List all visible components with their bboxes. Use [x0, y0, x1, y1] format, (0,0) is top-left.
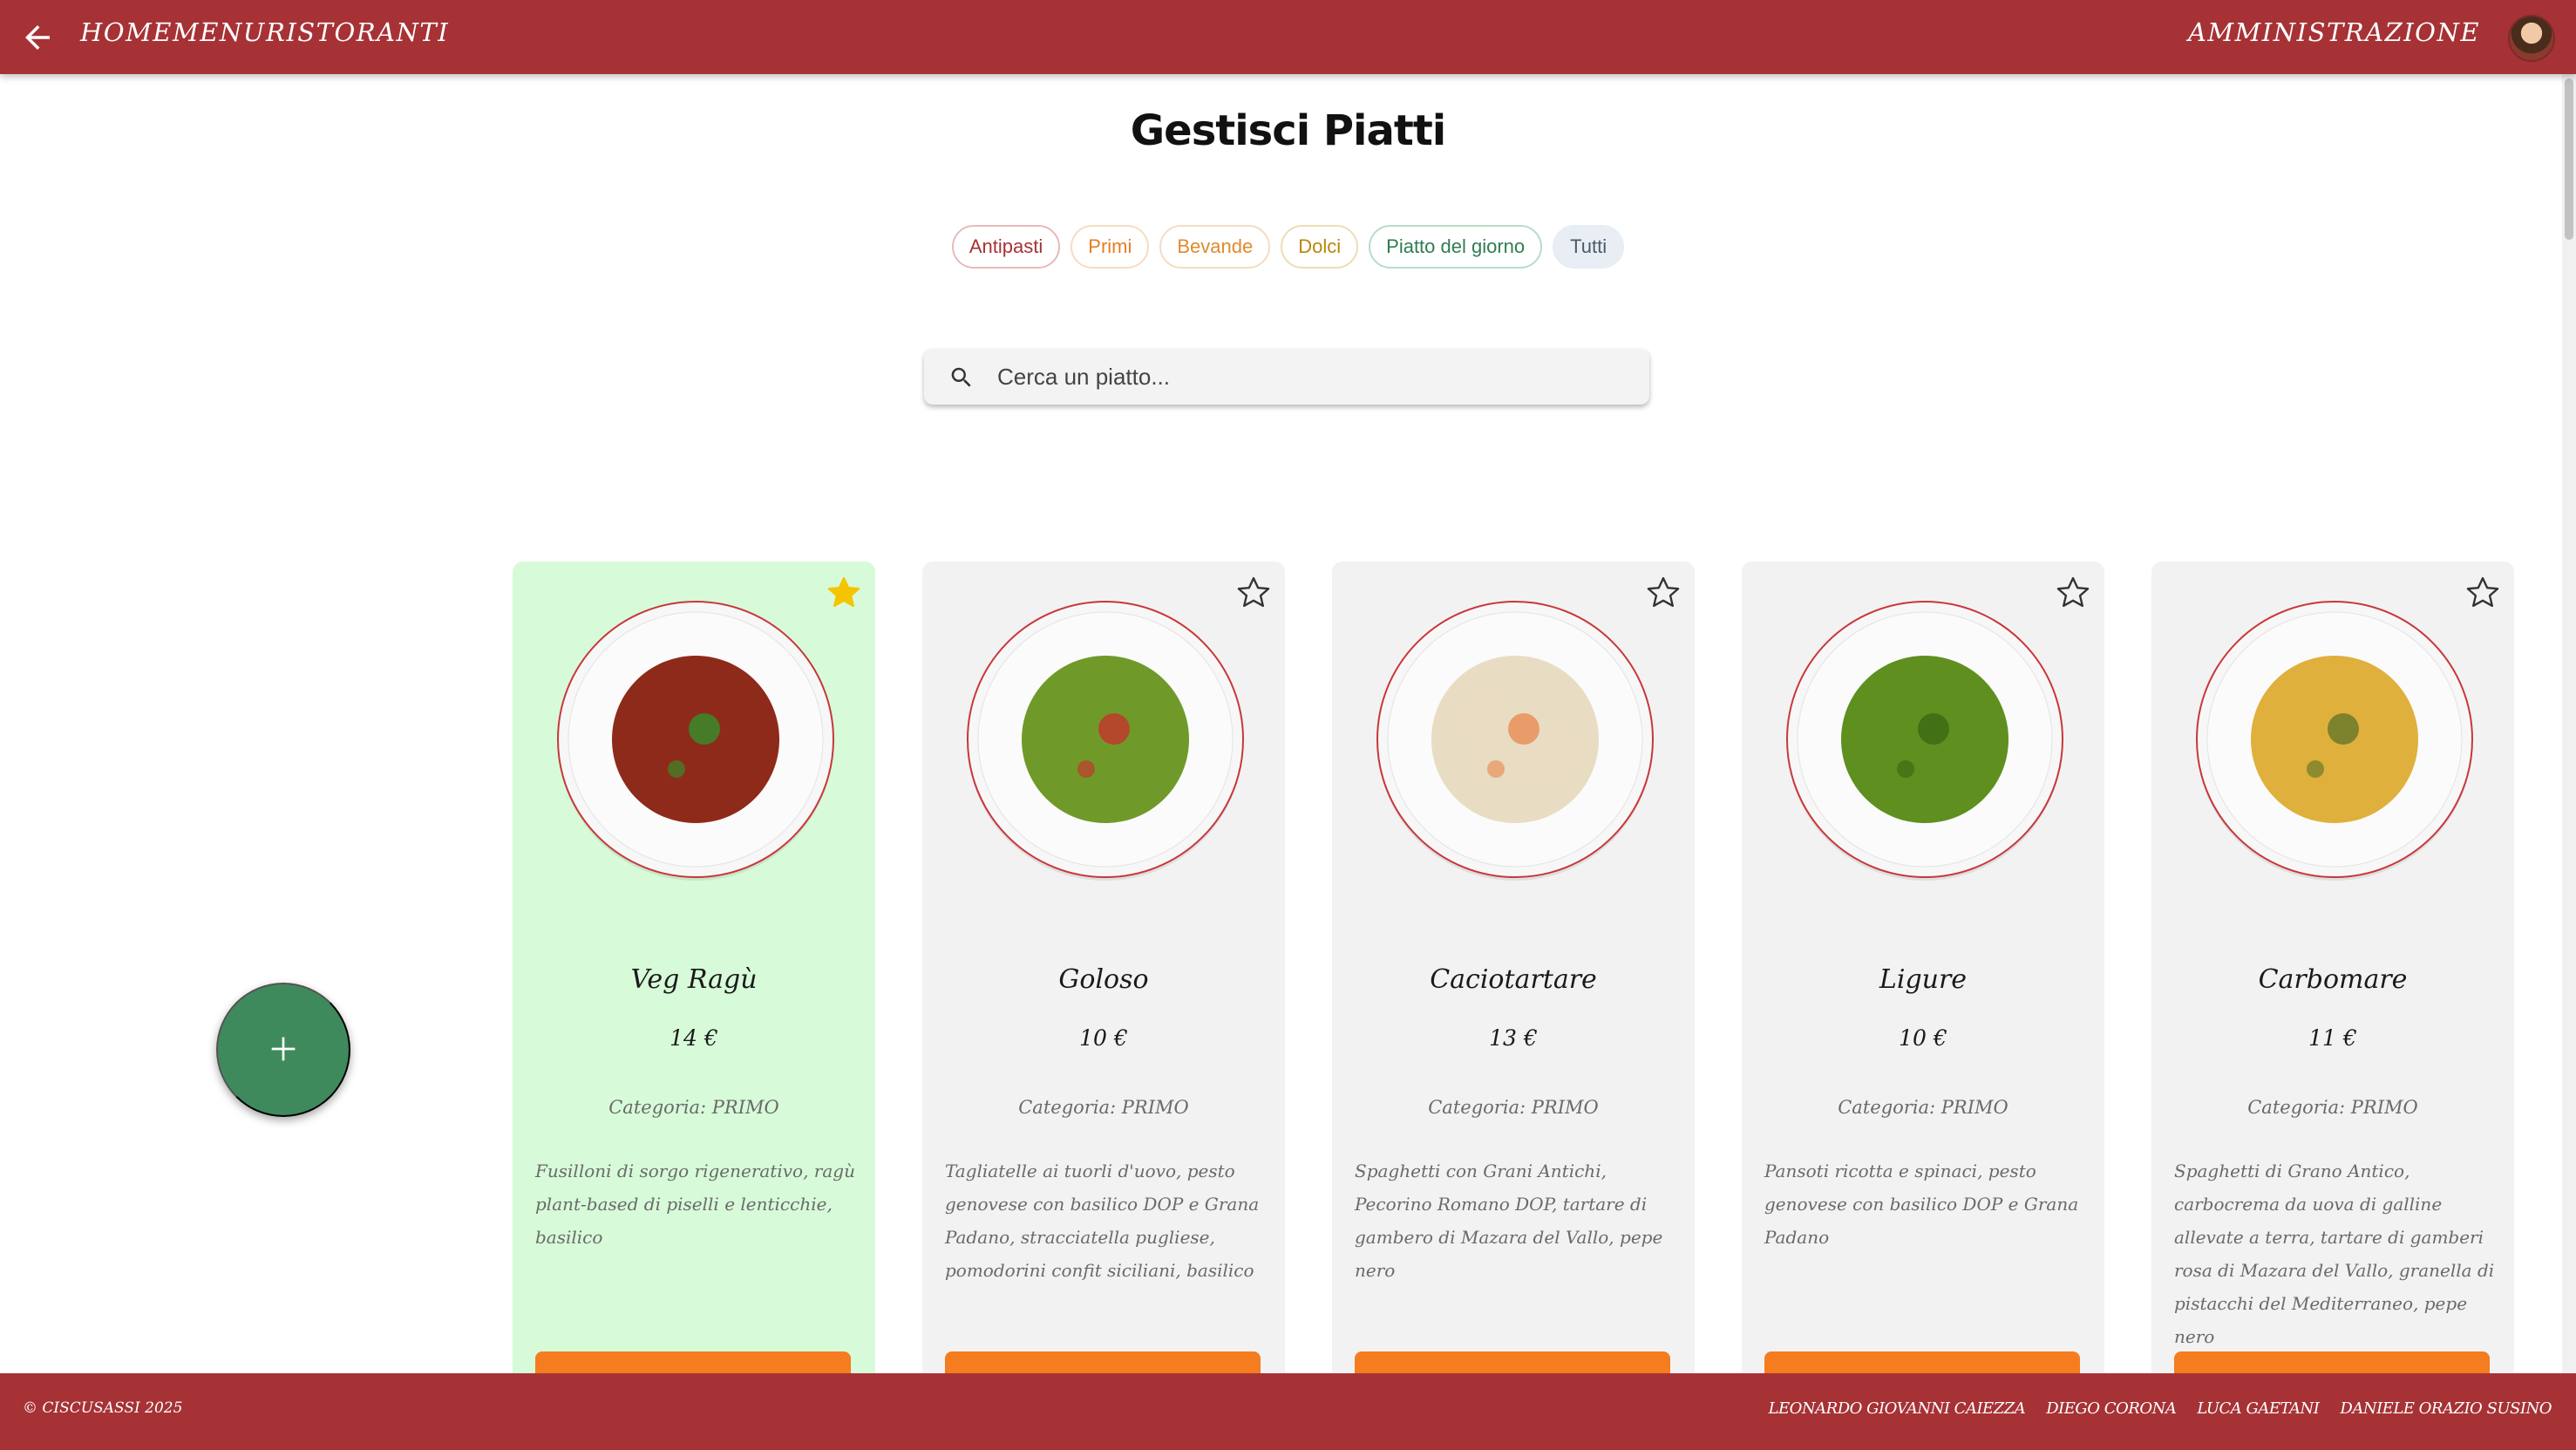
page-title: Gestisci Piatti — [1130, 106, 1446, 155]
page-scrollbar-track[interactable] — [2562, 74, 2576, 1373]
dish-action-button[interactable] — [535, 1351, 851, 1374]
dish-name: Caciotartare — [1430, 964, 1597, 995]
dish-price: 11 € — [2308, 1025, 2357, 1051]
top-app-bar: HOME MENU RISTORANTI AMMINISTRAZIONE — [0, 0, 2576, 74]
dish-description: Tagliatelle ai tuorli d'uovo, pesto geno… — [945, 1161, 1260, 1281]
filter-chip-antipasti[interactable]: Antipasti — [951, 225, 1061, 269]
dish-image — [964, 598, 1247, 881]
dish-category: Categoria: PRIMO — [608, 1097, 779, 1118]
copyright-text: © CISCUSASSI 2025 — [23, 1399, 183, 1417]
search-icon — [948, 364, 975, 391]
dish-card[interactable]: Carbomare 11 € Categoria: PRIMO Spaghetti d… — [2151, 562, 2514, 1374]
dish-card[interactable]: Caciotartare 13 € Categoria: PRIMO Spaghett… — [1332, 562, 1695, 1374]
dish-name: Carbomare — [2258, 964, 2408, 995]
filter-chip-tutti[interactable]: Tutti — [1553, 225, 1625, 269]
search-input[interactable] — [997, 357, 1625, 396]
dish-description: Fusilloni di sorgo rigenerativo, ragù pl… — [535, 1161, 855, 1248]
filter-chip-primi[interactable]: Primi — [1071, 225, 1150, 269]
dish-category: Categoria: PRIMO — [1838, 1097, 2008, 1118]
dish-image — [1784, 598, 2066, 881]
dish-card-list: Veg Ragù 14 € Categoria: PRIMO Fusilloni di… — [513, 562, 2518, 1374]
dish-name: Ligure — [1879, 964, 1968, 995]
dish-description: Spaghetti di Grano Antico, carbocrema da… — [2174, 1161, 2495, 1347]
dish-card[interactable]: Ligure 10 € Categoria: PRIMO Pansoti ricott… — [1742, 562, 2104, 1374]
dish-price: 14 € — [669, 1025, 718, 1051]
dish-action-button[interactable] — [1355, 1351, 1670, 1374]
dish-action-button[interactable] — [1764, 1351, 2080, 1374]
nav-home-link[interactable]: HOME — [80, 17, 173, 47]
nav-admin-link[interactable]: AMMINISTRAZIONE — [2188, 17, 2480, 47]
dish-category: Categoria: PRIMO — [2247, 1097, 2418, 1118]
filter-chip-dolci[interactable]: Dolci — [1281, 225, 1359, 269]
dish-action-button[interactable] — [945, 1351, 1261, 1374]
add-dish-button[interactable] — [216, 983, 350, 1117]
author-list: LEONARDO GIOVANNI CAIEZZA DIEGO CORONA L… — [1769, 1399, 2552, 1418]
nav-menu-link[interactable]: MENU — [173, 17, 266, 47]
dish-card[interactable]: Goloso 10 € Categoria: PRIMO Tagliatelle ai… — [922, 562, 1285, 1374]
dish-name: Veg Ragù — [630, 964, 758, 995]
dish-category: Categoria: PRIMO — [1018, 1097, 1189, 1118]
dish-name: Goloso — [1058, 964, 1149, 995]
filter-chip-piatto-del-giorno[interactable]: Piatto del giorno — [1369, 225, 1543, 269]
dish-price: 13 € — [1489, 1025, 1538, 1051]
category-filter-chips: Antipasti Primi Bevande Dolci Piatto del… — [0, 225, 2576, 269]
dish-category: Categoria: PRIMO — [1428, 1097, 1599, 1118]
filter-chip-bevande[interactable]: Bevande — [1159, 225, 1271, 269]
plus-icon — [266, 1031, 301, 1069]
dish-description: Pansoti ricotta e spinaci, pesto genoves… — [1764, 1161, 2079, 1248]
footer: © CISCUSASSI 2025 LEONARDO GIOVANNI CAIE… — [0, 1373, 2576, 1450]
author-name: LEONARDO GIOVANNI CAIEZZA — [1768, 1399, 2026, 1418]
dish-image — [1374, 598, 1656, 881]
author-name: LUCA GAETANI — [2197, 1399, 2320, 1418]
back-arrow-icon[interactable] — [19, 19, 56, 56]
dish-card[interactable]: Veg Ragù 14 € Categoria: PRIMO Fusilloni di… — [513, 562, 875, 1374]
dish-price: 10 € — [1899, 1025, 1947, 1051]
dish-image — [554, 598, 837, 881]
nav-ristoranti-link[interactable]: RISTORANTI — [266, 17, 449, 47]
dish-description: Spaghetti con Grani Antichi, Pecorino Ro… — [1355, 1161, 1663, 1281]
dish-image — [2193, 598, 2476, 881]
page-scrollbar-thumb[interactable] — [2565, 78, 2573, 240]
author-name: DANIELE ORAZIO SUSINO — [2340, 1399, 2552, 1418]
dish-price: 10 € — [1079, 1025, 1128, 1051]
dish-action-button[interactable] — [2174, 1351, 2490, 1374]
user-avatar[interactable] — [2508, 15, 2555, 62]
search-bar — [924, 349, 1649, 405]
author-name: DIEGO CORONA — [2046, 1399, 2177, 1418]
